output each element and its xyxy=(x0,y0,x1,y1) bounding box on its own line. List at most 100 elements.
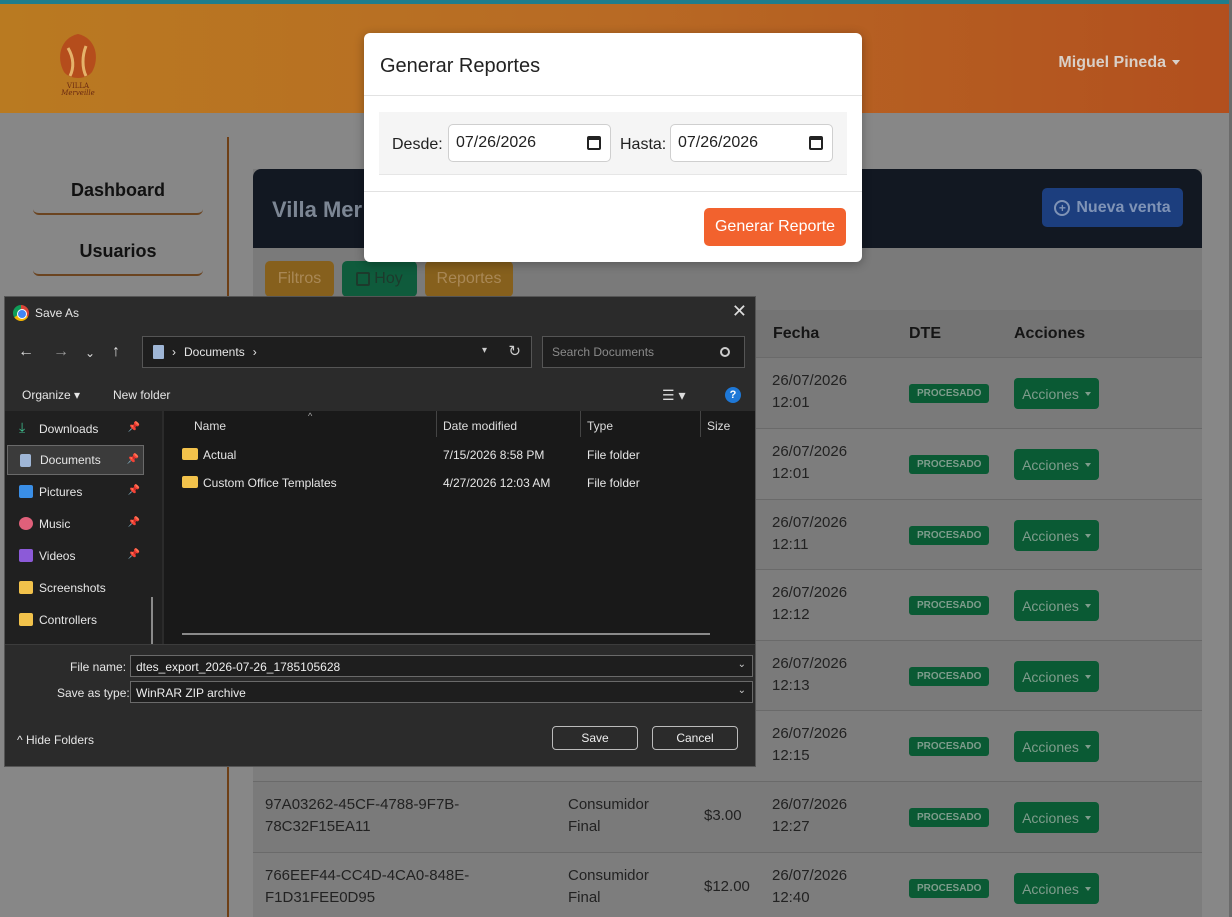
sidebar-item-usuarios[interactable]: Usuarios xyxy=(33,241,203,276)
nav-item-label: Controllers xyxy=(39,613,98,627)
address-bar[interactable]: › Documents › ▾ ↻ xyxy=(142,336,532,368)
breadcrumb[interactable]: Documents xyxy=(184,345,245,359)
music-icon xyxy=(19,517,33,530)
actions-label: Acciones xyxy=(1022,456,1079,473)
row-fecha: 26/07/2026 12:01 xyxy=(772,372,848,411)
back-arrow-icon[interactable]: ← xyxy=(18,343,34,361)
row-fecha: 26/07/2026 12:12 xyxy=(772,584,848,623)
organize-menu[interactable]: Organize ▾ xyxy=(22,388,80,402)
horizontal-scrollbar[interactable] xyxy=(182,633,710,635)
chevron-down-icon[interactable]: ▾ xyxy=(482,345,487,356)
status-badge: PROCESADO xyxy=(909,667,990,686)
divider xyxy=(364,95,862,96)
search-input[interactable]: Search Documents xyxy=(542,336,745,368)
actions-label: Acciones xyxy=(1022,809,1079,826)
user-menu[interactable]: Miguel Pineda xyxy=(1058,54,1180,72)
actions-dropdown[interactable]: Acciones xyxy=(1014,378,1099,409)
table-row: 766EEF44-CC4D-4CA0-848E-F1D31FEE0D95 Con… xyxy=(253,852,1202,917)
actions-dropdown[interactable]: Acciones xyxy=(1014,590,1099,621)
file-date: 4/27/2026 12:03 AM xyxy=(443,476,551,490)
up-arrow-icon[interactable]: ↑ xyxy=(112,343,120,361)
close-icon[interactable]: ✕ xyxy=(732,301,747,322)
save-type-select[interactable]: WinRAR ZIP archive ⌄ xyxy=(130,681,753,703)
nav-item-downloads[interactable]: ⤓ Downloads 📌 xyxy=(7,414,144,444)
row-monto: $3.00 xyxy=(704,807,742,824)
column-size[interactable]: Size xyxy=(707,419,730,433)
row-monto: $12.00 xyxy=(704,878,750,895)
new-sale-button[interactable]: + Nueva venta xyxy=(1042,188,1183,227)
actions-dropdown[interactable]: Acciones xyxy=(1014,449,1099,480)
status-badge: PROCESADO xyxy=(909,526,990,545)
actions-dropdown[interactable]: Acciones xyxy=(1014,802,1099,833)
column-divider[interactable] xyxy=(580,411,581,437)
column-divider[interactable] xyxy=(436,411,437,437)
actions-dropdown[interactable]: Acciones xyxy=(1014,661,1099,692)
documents-icon xyxy=(153,345,164,359)
row-uuid: 97A03262-45CF-4788-9F7B-78C32F15EA11 xyxy=(265,796,460,835)
row-tipo: Consumidor Final xyxy=(568,867,649,906)
forward-arrow-icon[interactable]: → xyxy=(53,343,69,361)
nav-item-videos[interactable]: Videos 📌 xyxy=(7,541,144,571)
file-name: Custom Office Templates xyxy=(203,476,337,490)
file-name-field[interactable]: dtes_export_2026-07-26_1785105628 ⌄ xyxy=(130,655,753,677)
column-divider[interactable] xyxy=(700,411,701,437)
generate-report-button[interactable]: Generar Reporte xyxy=(704,208,846,246)
hasta-date-input[interactable]: 07/26/2026 xyxy=(670,124,833,162)
report-modal: Generar Reportes Desde: 07/26/2026 Hasta… xyxy=(364,33,862,262)
actions-label: Acciones xyxy=(1022,668,1079,685)
reports-button[interactable]: Reportes xyxy=(425,261,513,297)
column-date-modified[interactable]: Date modified xyxy=(443,419,517,433)
nav-item-label: Music xyxy=(39,517,71,531)
nav-item-screenshots[interactable]: Screenshots xyxy=(7,573,144,603)
actions-dropdown[interactable]: Acciones xyxy=(1014,873,1099,904)
file-row[interactable]: Actual 7/15/2026 8:58 PM File folder xyxy=(164,442,755,468)
date-range-form: Desde: 07/26/2026 Hasta: 07/26/2026 xyxy=(379,112,847,175)
status-badge: PROCESADO xyxy=(909,596,990,615)
column-type[interactable]: Type xyxy=(587,419,613,433)
dialog-title: Save As xyxy=(35,306,80,320)
nav-item-pictures[interactable]: Pictures 📌 xyxy=(7,477,144,507)
new-folder-button[interactable]: New folder xyxy=(113,388,170,402)
actions-dropdown[interactable]: Acciones xyxy=(1014,520,1099,551)
status-badge: PROCESADO xyxy=(909,879,990,898)
organize-label: Organize xyxy=(22,388,71,402)
column-name[interactable]: Name xyxy=(194,419,226,433)
column-acciones: Acciones xyxy=(1014,325,1086,342)
nav-item-music[interactable]: Music 📌 xyxy=(7,509,144,539)
row-fecha: 26/07/2026 12:27 xyxy=(772,796,848,835)
calendar-check-icon xyxy=(356,272,371,286)
file-date: 7/15/2026 8:58 PM xyxy=(443,448,545,462)
new-sale-label: Nueva venta xyxy=(1076,198,1171,216)
chevron-up-icon: ^ xyxy=(17,733,23,747)
help-icon[interactable]: ? xyxy=(725,387,741,403)
filters-button[interactable]: Filtros xyxy=(265,261,334,297)
card-title: Villa Mer xyxy=(272,197,363,222)
calendar-icon[interactable] xyxy=(809,136,823,150)
desde-date-input[interactable]: 07/26/2026 xyxy=(448,124,611,162)
nav-item-controllers[interactable]: Controllers xyxy=(7,605,144,635)
row-fecha: 26/07/2026 12:11 xyxy=(772,514,848,553)
plus-circle-icon: + xyxy=(1054,199,1071,216)
save-button[interactable]: Save xyxy=(552,726,638,750)
navigation-bar: ← → ⌄ ↑ › Documents › ▾ ↻ Search Documen… xyxy=(5,335,755,371)
save-type-label: Save as type: xyxy=(57,686,130,700)
today-button[interactable]: Hoy xyxy=(342,261,417,297)
user-name: Miguel Pineda xyxy=(1058,54,1166,71)
chevron-down-icon[interactable]: ⌄ xyxy=(738,685,746,696)
chevron-down-icon xyxy=(1084,674,1091,679)
actions-dropdown[interactable]: Acciones xyxy=(1014,731,1099,762)
chevron-down-icon[interactable]: ⌄ xyxy=(738,659,746,670)
hide-folders-toggle[interactable]: ^ Hide Folders xyxy=(17,733,94,747)
sort-ascending-icon: ^ xyxy=(308,411,313,421)
nav-item-documents[interactable]: Documents 📌 xyxy=(7,445,144,475)
chevron-down-icon xyxy=(1172,60,1180,66)
refresh-icon[interactable]: ↻ xyxy=(508,342,521,360)
view-options-icon[interactable]: ☰ ▾ xyxy=(662,387,685,404)
sidebar-item-dashboard[interactable]: Dashboard xyxy=(33,180,203,215)
cancel-button[interactable]: Cancel xyxy=(652,726,738,750)
chevron-down-icon xyxy=(1084,744,1091,749)
recent-locations-chevron-icon[interactable]: ⌄ xyxy=(85,346,95,360)
chevron-down-icon xyxy=(1084,815,1091,820)
file-row[interactable]: Custom Office Templates 4/27/2026 12:03 … xyxy=(164,470,755,496)
calendar-icon[interactable] xyxy=(587,136,601,150)
